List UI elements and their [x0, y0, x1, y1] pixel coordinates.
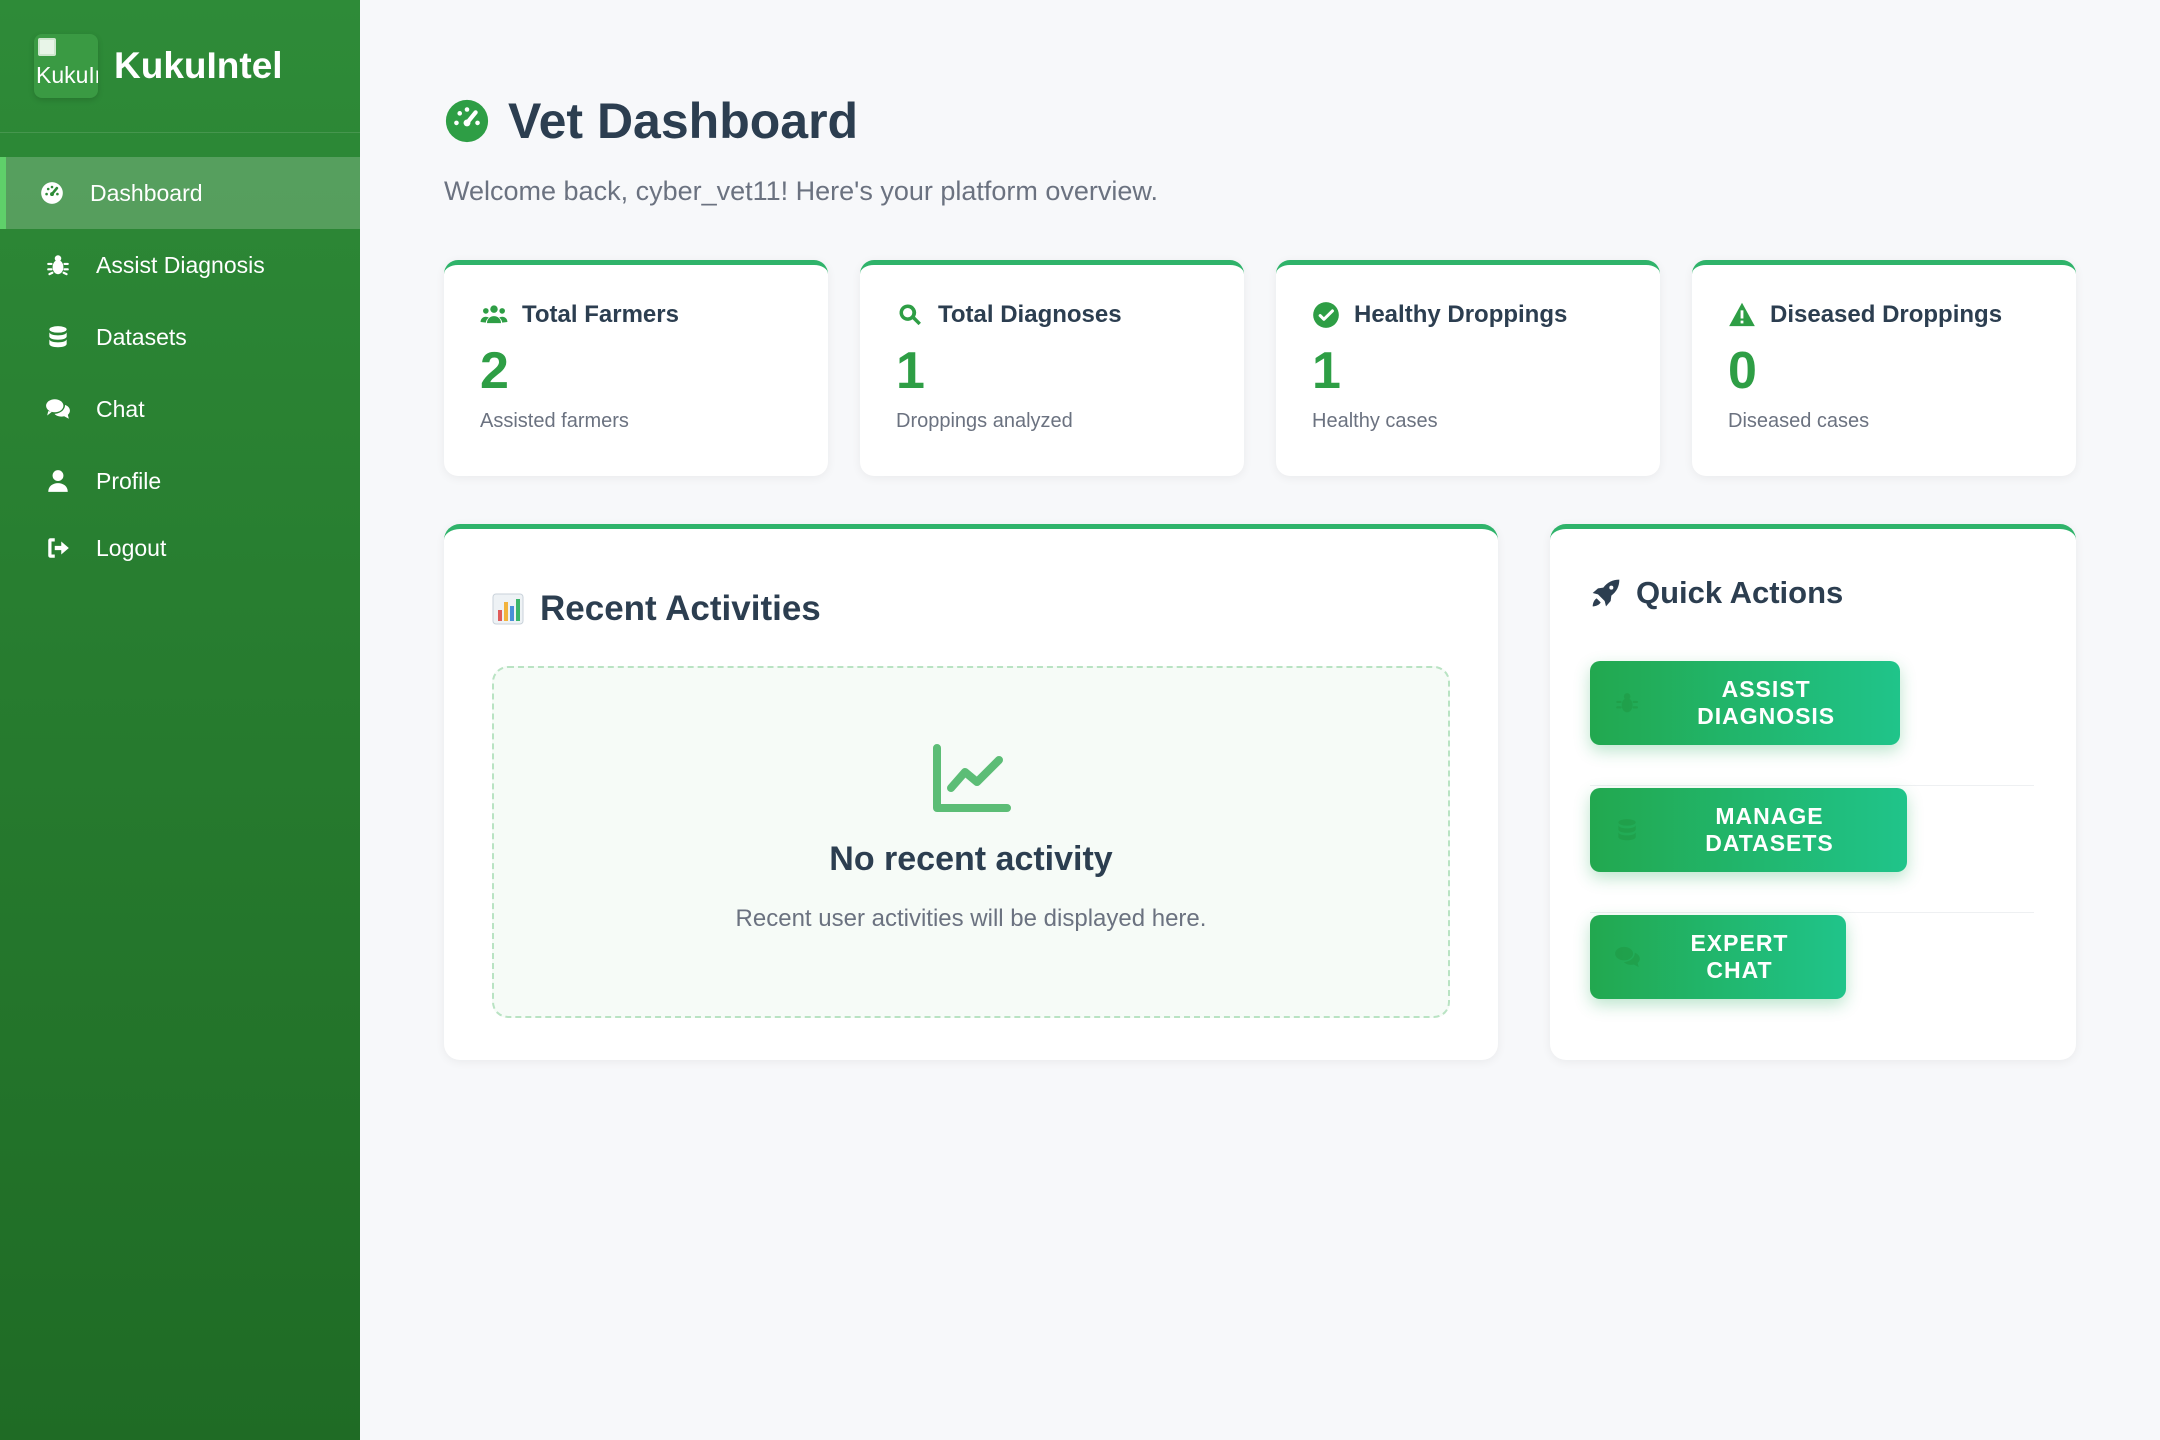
button-label: EXPERT CHAT: [1690, 930, 1789, 983]
database-icon: [1618, 819, 1636, 841]
sidebar-item-dashboard[interactable]: Dashboard: [0, 157, 360, 229]
bug-icon: [1616, 693, 1639, 713]
bar-chart-icon: [492, 593, 524, 625]
comments-icon: [44, 395, 72, 423]
quick-actions-panel: Quick Actions ASSIST DIAGNOSIS MANAGE DA…: [1550, 524, 2076, 1060]
search-icon: [899, 304, 921, 326]
sidebar-nav: Dashboard Assist Diagnosis Datasets Chat…: [0, 157, 360, 579]
welcome-subtitle: Welcome back, cyber_vet11! Here's your p…: [444, 176, 1158, 206]
empty-state: No recent activity Recent user activitie…: [492, 666, 1450, 1018]
button-label: ASSIST DIAGNOSIS: [1697, 676, 1836, 729]
comments-icon: [1615, 946, 1640, 968]
sidebar-item-logout[interactable]: Logout: [0, 517, 360, 579]
sidebar-item-label: Chat: [96, 395, 145, 422]
sidebar-item-label: Profile: [96, 467, 162, 494]
panel-heading: Recent Activities: [540, 589, 821, 628]
brand: KukuIntel KukuIntel: [0, 0, 360, 133]
quick-action-row: ASSIST DIAGNOSIS: [1590, 659, 2034, 786]
stat-title: Healthy Droppings: [1354, 301, 1568, 328]
bug-icon: [44, 251, 72, 279]
broken-image-icon: [38, 38, 56, 56]
empty-state-title: No recent activity: [829, 840, 1113, 878]
stat-card-header: Diseased Droppings: [1728, 301, 2076, 329]
stat-card-diseased-droppings: Diseased Droppings 0 Diseased cases: [1692, 260, 2076, 476]
stat-value: 2: [480, 342, 509, 400]
check-circle-icon: [1313, 302, 1339, 328]
sidebar-item-label: Assist Diagnosis: [96, 251, 265, 278]
brand-logo[interactable]: KukuIntel: [34, 34, 98, 98]
warning-icon: [1729, 302, 1755, 327]
stat-card-healthy-droppings: Healthy Droppings 1 Healthy cases: [1276, 260, 1660, 476]
empty-state-text: Recent user activities will be displayed…: [735, 905, 1207, 932]
expert-chat-button[interactable]: EXPERT CHAT: [1590, 915, 1846, 999]
users-icon: [480, 305, 508, 324]
button-label: MANAGE DATASETS: [1705, 803, 1834, 856]
quick-actions-title: Quick Actions: [1590, 575, 1843, 611]
rocket-icon: [1592, 579, 1620, 607]
stat-value: 1: [1312, 342, 1341, 400]
tachometer-icon: [38, 179, 66, 207]
brand-name[interactable]: KukuIntel: [114, 45, 283, 87]
recent-activities-title: Recent Activities: [492, 589, 821, 629]
page-title: Vet Dashboard: [444, 92, 858, 150]
sign-out-icon: [44, 534, 72, 562]
stat-label: Healthy cases: [1312, 410, 1438, 433]
sidebar-item-assist-diagnosis[interactable]: Assist Diagnosis: [0, 229, 360, 301]
sidebar-item-chat[interactable]: Chat: [0, 373, 360, 445]
user-icon: [44, 467, 72, 495]
stat-card-total-diagnoses: Total Diagnoses 1 Droppings analyzed: [860, 260, 1244, 476]
sidebar-item-datasets[interactable]: Datasets: [0, 301, 360, 373]
database-icon: [44, 323, 72, 351]
sidebar-item-label: Logout: [96, 534, 167, 561]
quick-action-row: EXPERT CHAT: [1590, 913, 2034, 1040]
stat-title: Diseased Droppings: [1770, 301, 2003, 328]
sidebar-item-profile[interactable]: Profile: [0, 445, 360, 517]
stat-value: 0: [1728, 342, 1757, 400]
sidebar-item-label: Dashboard: [90, 179, 203, 206]
sidebar-item-label: Datasets: [96, 323, 187, 350]
panel-heading: Quick Actions: [1636, 575, 1844, 610]
brand-logo-alt: KukuIntel: [36, 62, 98, 88]
manage-datasets-button[interactable]: MANAGE DATASETS: [1590, 788, 1907, 872]
sidebar: KukuIntel KukuIntel Dashboard Assist Dia…: [0, 0, 360, 1440]
stat-label: Droppings analyzed: [896, 410, 1073, 433]
stat-label: Assisted farmers: [480, 410, 629, 433]
stat-card-header: Total Farmers: [480, 301, 828, 329]
stat-card-header: Total Diagnoses: [896, 301, 1244, 329]
quick-actions-list: ASSIST DIAGNOSIS MANAGE DATASETS EXPERT …: [1590, 659, 2034, 1040]
assist-diagnosis-button[interactable]: ASSIST DIAGNOSIS: [1590, 661, 1900, 745]
page-heading: Vet Dashboard: [508, 93, 859, 149]
stat-value: 1: [896, 342, 925, 400]
recent-activities-panel: Recent Activities No recent activity Rec…: [444, 524, 1498, 1060]
stat-label: Diseased cases: [1728, 410, 1870, 433]
stat-card-header: Healthy Droppings: [1312, 301, 1660, 329]
stat-card-total-farmers: Total Farmers 2 Assisted farmers: [444, 260, 828, 476]
tachometer-icon: [444, 98, 490, 144]
line-chart-icon: [933, 744, 1011, 812]
stat-title: Total Farmers: [522, 301, 679, 328]
quick-action-row: MANAGE DATASETS: [1590, 786, 2034, 913]
stats-row: Total Farmers 2 Assisted farmers Total D…: [444, 260, 2076, 476]
stat-title: Total Diagnoses: [938, 301, 1122, 328]
